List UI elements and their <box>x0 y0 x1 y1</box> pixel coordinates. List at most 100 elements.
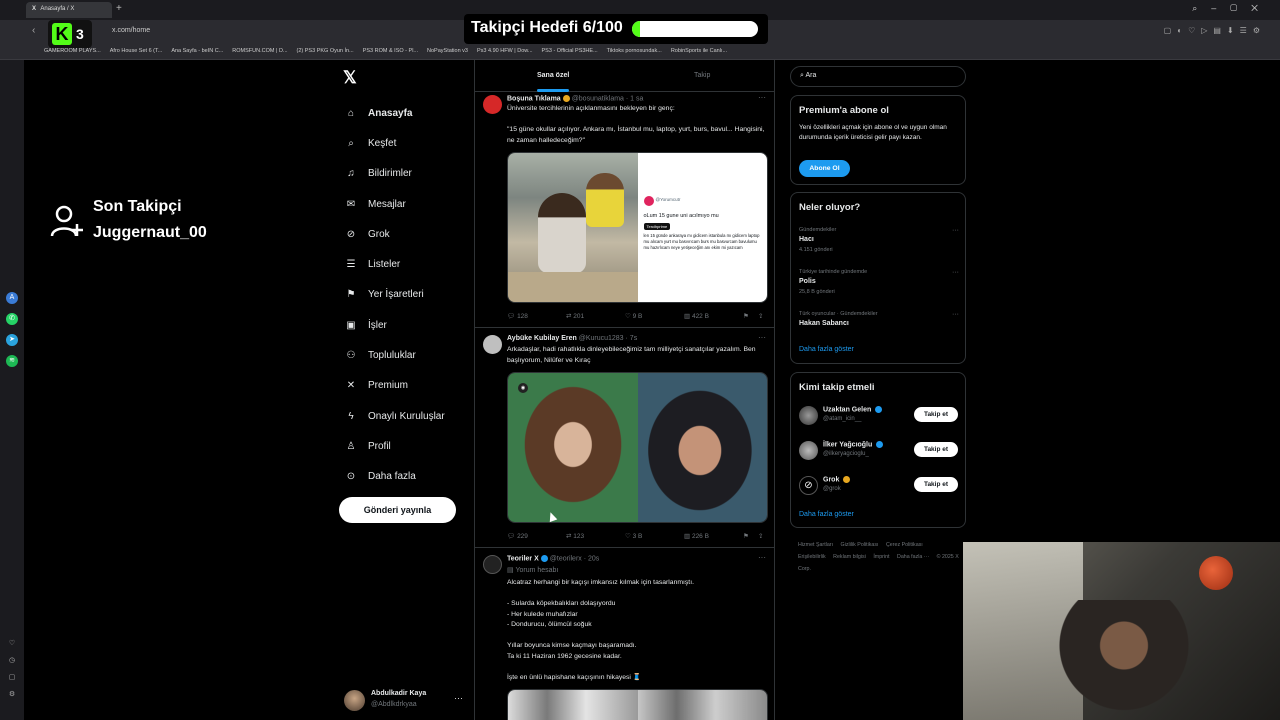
trend-item[interactable]: Türkiye tarihinde gündemde Polis 25,8 B … <box>799 269 959 299</box>
mugshot-photo[interactable] <box>508 690 638 720</box>
follow-button[interactable]: Takip et <box>914 442 958 457</box>
app-icon[interactable]: A <box>6 292 18 304</box>
footer-link[interactable]: Daha fazla ··· <box>897 554 929 560</box>
sidebar-item-bell[interactable]: ♫ Bildirimler <box>345 159 445 189</box>
subscribe-button[interactable]: Abone Ol <box>799 160 850 177</box>
spotify-icon[interactable]: ≋ <box>6 355 18 367</box>
sidebar-item-bookmark[interactable]: ⚑ Yer İşaretleri <box>345 280 445 310</box>
footer-link[interactable]: Reklam bilgisi <box>833 554 866 560</box>
sidebar-item-label: Mesajlar <box>368 198 406 210</box>
whatsapp-icon[interactable]: ✆ <box>6 313 18 325</box>
tweet[interactable]: Teoriler X @teorilerx · 20s ▤ Yorum hesab… <box>475 552 774 720</box>
views-button[interactable]: ▥ 422 B <box>684 312 709 320</box>
extensions-icons[interactable]: ▢◐♡▷▤⬇☰⚙ <box>1164 26 1266 35</box>
footer-link[interactable]: Erişilebilirlik <box>798 554 826 560</box>
like-button[interactable]: ♡ 3 B <box>625 532 642 540</box>
bookmark-item[interactable]: Ana Sayfa - beIN C... <box>171 48 223 54</box>
footer-link[interactable]: Gizlilik Politikası <box>841 542 879 548</box>
portrait-photo[interactable]: ◉ <box>508 373 638 522</box>
back-icon[interactable]: ‹ <box>32 25 35 36</box>
trend-item[interactable]: Türk oyuncular · Gündemdekiler Hakan Sab… <box>799 311 959 341</box>
bookmark-item[interactable]: PS3 - Official PS3HE... <box>542 48 598 54</box>
follow-button[interactable]: Takip et <box>914 407 958 422</box>
trend-item[interactable]: Gündemdekiler Hacı 4.151 gönderi ··· <box>799 227 959 257</box>
heart-icon[interactable]: ♡ <box>6 638 18 650</box>
follow-suggestion[interactable]: Uzaktan Gelen @atam_icin__ Takip et <box>799 404 959 430</box>
tweet-media[interactable]: @Yorumcutr oLum 15 gune uni acılmıyo mu … <box>507 152 768 303</box>
like-button[interactable]: ♡ 9 B <box>625 312 642 320</box>
bookmark-icon[interactable]: ⚑ <box>743 312 749 320</box>
bookmark-item[interactable]: GAMEROOM PLAYS... <box>44 48 101 54</box>
sidebar-item-list[interactable]: ☰ Listeler <box>345 249 445 279</box>
x-logo-icon[interactable]: 𝕏 <box>343 68 357 88</box>
portrait-photo[interactable] <box>637 373 767 522</box>
history-icon[interactable]: ◷ <box>6 655 18 667</box>
tweet-author[interactable]: Teoriler X <box>507 555 539 562</box>
window-controls[interactable]: ⌕–▢✕ <box>1192 3 1272 14</box>
show-more-link[interactable]: Daha fazla göster <box>799 511 854 518</box>
sidebar-item-communities[interactable]: ⚇ Topluluklar <box>345 340 445 370</box>
url-field[interactable]: x.com/home <box>100 25 470 39</box>
search-input[interactable]: ⌕ Ara <box>790 66 966 87</box>
sidebar-item-profile[interactable]: ♙ Profil <box>345 431 445 461</box>
repost-button[interactable]: ⇄ 123 <box>566 532 584 540</box>
share-icon[interactable]: ⇪ <box>758 532 763 540</box>
tweet-media[interactable] <box>507 689 768 720</box>
sidebar-item-briefcase[interactable]: ▣ İşler <box>345 310 445 340</box>
more-icon[interactable]: ··· <box>758 93 766 102</box>
browser-tab[interactable]: X Anasayfa / X <box>26 2 112 18</box>
who-to-follow-card: Kimi takip etmeli Uzaktan Gelen @atam_ic… <box>790 372 966 528</box>
last-follower-title: Son Takipçi <box>93 198 182 215</box>
footer-link[interactable]: Çerez Politikası <box>886 542 923 548</box>
more-icon[interactable]: ··· <box>758 553 766 562</box>
account-switcher[interactable]: Abdulkadir Kaya @Abdlkdrkyaa ··· <box>344 688 464 714</box>
telegram-icon[interactable]: ➤ <box>6 334 18 346</box>
bookmark-item[interactable]: PS3 ROM & ISO - Pl... <box>363 48 418 54</box>
bookmark-item[interactable]: Afro House Set 6 (T... <box>110 48 163 54</box>
sidebar-item-lightning[interactable]: ϟ Onaylı Kuruluşlar <box>345 401 444 431</box>
sidebar-item-search[interactable]: ⌕ Keşfet <box>345 128 445 158</box>
show-more-link[interactable]: Daha fazla göster <box>799 346 854 353</box>
bookmark-item[interactable]: (2) PS3 PKG Oyun İn... <box>297 48 354 54</box>
bookmark-item[interactable]: Ps3 4.90 HFW | Dow... <box>477 48 533 54</box>
tweet-author[interactable]: Aybüke Kubilay Eren <box>507 335 577 342</box>
bookmark-icon[interactable]: ⚑ <box>743 532 749 540</box>
tweet-author[interactable]: Boşuna Tıklama <box>507 95 561 102</box>
more-icon[interactable]: ··· <box>454 693 463 703</box>
sidebar-item-more-circle[interactable]: ⊙ Daha fazla <box>345 462 445 492</box>
sidebar-item-mail[interactable]: ✉ Mesajlar <box>345 189 445 219</box>
bookmark-item[interactable]: NoPayStation v3 <box>427 48 468 54</box>
classroom-photo[interactable] <box>508 153 638 302</box>
more-icon[interactable]: ··· <box>758 333 766 342</box>
bookmark-item[interactable]: ROMSFUN.COM | D... <box>232 48 287 54</box>
reply-button[interactable]: 💬︎ 229 <box>507 532 528 540</box>
sidebar-item-home[interactable]: ⌂ Anasayfa <box>345 98 445 128</box>
more-icon[interactable]: ··· <box>952 227 959 234</box>
tab-following[interactable]: Takip <box>694 72 710 79</box>
sidebar-item-grok[interactable]: ⊘ Grok <box>345 219 445 249</box>
footer-link[interactable]: Hizmet Şartları <box>798 542 833 548</box>
follow-button[interactable]: Takip et <box>914 477 958 492</box>
tweet[interactable]: Aybüke Kubilay Eren @Kurucu1283 · 7s ···… <box>475 332 774 548</box>
tab-for-you[interactable]: Sana özel <box>537 72 569 79</box>
footer-link[interactable]: İmprint <box>873 554 889 560</box>
prison-photo[interactable] <box>637 690 767 720</box>
share-icon[interactable]: ⇪ <box>758 312 763 320</box>
new-tab-icon[interactable]: + <box>116 3 122 14</box>
settings-icon[interactable]: ⚙ <box>6 689 18 701</box>
follow-suggestion[interactable]: ⊘ Grok @grok Takip et <box>799 474 959 500</box>
tweet-screenshot[interactable]: @Yorumcutr oLum 15 gune uni acılmıyo mu … <box>637 153 767 302</box>
bookmark-item[interactable]: Tiktoks pornosundak... <box>607 48 662 54</box>
more-icon[interactable]: ··· <box>952 269 959 276</box>
sidebar-item-x[interactable]: ✕ Premium <box>345 371 445 401</box>
bookmark-item[interactable]: RobinSports ile Canlı... <box>671 48 727 54</box>
tweet-media[interactable]: ◉ <box>507 372 768 523</box>
box-icon[interactable]: ▢ <box>6 672 18 684</box>
more-icon[interactable]: ··· <box>952 311 959 318</box>
reply-button[interactable]: 💬︎ 128 <box>507 312 528 320</box>
views-button[interactable]: ▥ 226 B <box>684 532 709 540</box>
follow-suggestion[interactable]: İlker Yağcıoğlu @ilkeryagcioglu_ Takip e… <box>799 439 959 465</box>
tweet[interactable]: Boşuna Tıklama @bosunatiklama · 1 sa ··· … <box>475 92 774 328</box>
post-button[interactable]: Gönderi yayınla <box>339 497 456 523</box>
repost-button[interactable]: ⇄ 201 <box>566 312 584 320</box>
